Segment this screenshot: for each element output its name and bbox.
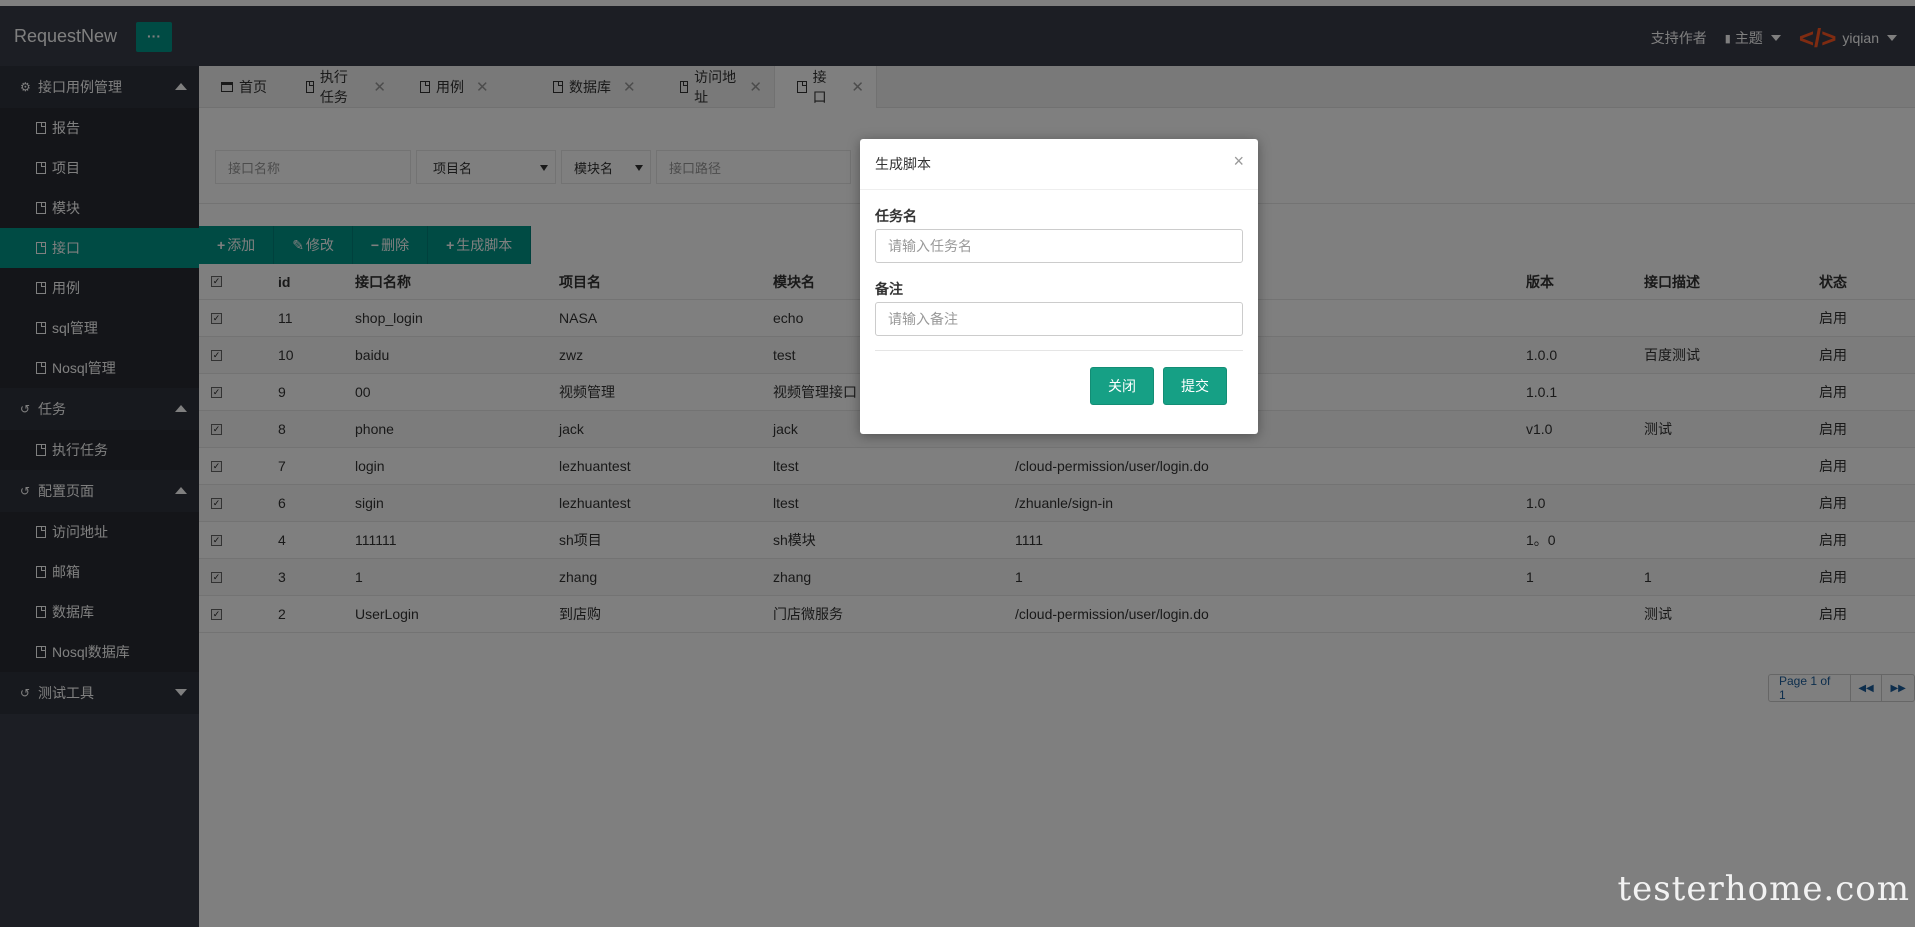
dialog-title: 生成脚本 (860, 139, 1258, 190)
watermark: testerhome.com (1617, 869, 1910, 909)
task-name-label: 任务名 (875, 208, 917, 224)
note-input[interactable]: 请输入备注 (875, 302, 1243, 336)
close-icon[interactable]: × (1233, 151, 1244, 172)
submit-button[interactable]: 提交 (1163, 367, 1227, 405)
task-name-input[interactable]: 请输入任务名 (875, 229, 1243, 263)
note-label: 备注 (875, 281, 903, 297)
dialog-divider (875, 350, 1243, 351)
close-button[interactable]: 关闭 (1090, 367, 1154, 405)
generate-script-dialog: 生成脚本 × 任务名 请输入任务名 备注 请输入备注 关闭 提交 (860, 139, 1258, 434)
